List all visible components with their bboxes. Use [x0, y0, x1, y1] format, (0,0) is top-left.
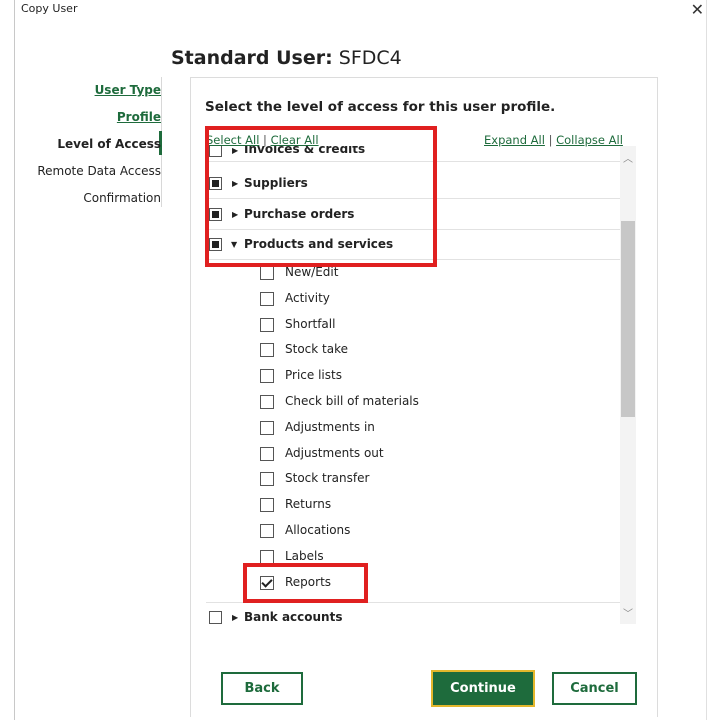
tree-child-label: Activity — [285, 290, 330, 305]
tree-child-label: Returns — [285, 497, 332, 512]
checkbox[interactable] — [260, 395, 274, 409]
dialog-title-user-type: Standard User: — [171, 47, 333, 69]
checkbox[interactable] — [260, 472, 274, 487]
tree-child-row[interactable]: Returns — [206, 492, 620, 517]
checkbox[interactable] — [260, 524, 274, 538]
caret-right-icon[interactable]: ▶ — [232, 179, 238, 188]
tree-child-label: New/Edit — [285, 265, 339, 279]
checkbox[interactable] — [260, 369, 274, 384]
scroll-down-icon[interactable]: ﹀ — [623, 605, 633, 620]
tree-child-row[interactable]: Labels — [206, 544, 620, 569]
tree-child-row[interactable]: Reports — [206, 570, 620, 595]
tree-child-label: Stock transfer — [285, 471, 370, 486]
cancel-button[interactable]: Cancel — [552, 672, 637, 705]
checkbox-partial[interactable] — [209, 238, 222, 251]
tree-row-label: Suppliers — [244, 176, 308, 190]
checkbox[interactable] — [260, 498, 274, 513]
tree-row-label: Invoices & credits — [244, 146, 366, 156]
caret-down-icon[interactable]: ▼ — [231, 240, 237, 249]
tree-row-label: Purchase orders — [244, 207, 355, 221]
checkbox[interactable] — [260, 549, 274, 564]
checkbox[interactable] — [260, 317, 274, 332]
checkbox[interactable] — [260, 343, 274, 358]
tree-child-row[interactable]: Adjustments in — [206, 415, 620, 440]
checkbox[interactable] — [260, 420, 274, 435]
select-all-link[interactable]: Select All — [206, 133, 259, 147]
tree-child-row[interactable]: Activity — [206, 286, 620, 311]
tree-child-row[interactable]: Check bill of materials — [206, 389, 620, 414]
close-icon[interactable]: ✕ — [691, 0, 704, 19]
nav-item-profile[interactable]: Profile — [117, 110, 161, 124]
scroll-thumb[interactable] — [621, 221, 635, 417]
tree-child-label: Labels — [285, 548, 324, 563]
tree-child-label: Allocations — [285, 523, 351, 537]
link-separator-2: | — [548, 133, 553, 147]
window-title: Copy User — [21, 2, 78, 15]
checkbox-partial[interactable] — [209, 208, 222, 221]
tree-row-label: Products and services — [244, 237, 394, 251]
expand-links: Expand All | Collapse All — [484, 133, 623, 147]
nav-item-user-type[interactable]: User Type — [95, 83, 161, 97]
tree-child-row[interactable]: Allocations — [206, 518, 620, 543]
tree-child-label: Check bill of materials — [285, 394, 419, 408]
dialog-title: Standard User: SFDC4 — [171, 47, 402, 69]
back-button[interactable]: Back — [221, 672, 303, 705]
tree-row-products-services[interactable]: ▼ Products and services — [206, 230, 620, 260]
tree-row-purchase-orders[interactable]: ▶ Purchase orders — [206, 199, 620, 230]
caret-right-icon[interactable]: ▶ — [232, 146, 238, 155]
continue-button[interactable]: Continue — [431, 670, 535, 707]
nav-item-remote-data-access: Remote Data Access — [37, 164, 161, 178]
caret-right-icon[interactable]: ▶ — [232, 613, 238, 622]
checkbox-checked[interactable] — [260, 575, 274, 590]
tree-child-label: Shortfall — [285, 316, 336, 331]
title-bar: Copy User ✕ — [15, 0, 707, 22]
tree-child-row[interactable]: Price lists — [206, 363, 620, 388]
checkbox[interactable] — [260, 291, 274, 306]
nav-item-confirmation: Confirmation — [83, 191, 161, 205]
tree-child-row[interactable]: Shortfall — [206, 312, 620, 337]
tree-scrollbar[interactable]: ︿ ﹀ — [620, 146, 636, 624]
tree-child-row[interactable]: Stock transfer — [206, 466, 620, 491]
nav-item-level-of-access: Level of Access — [57, 137, 161, 151]
access-tree: ▶ Invoices & credits ▶ Suppliers ▶ Purch… — [206, 146, 620, 624]
dialog-title-user-name: SFDC4 — [338, 47, 402, 69]
tree-child-row[interactable]: Adjustments out — [206, 441, 620, 466]
tree-child-row[interactable]: New/Edit — [206, 260, 620, 285]
checkbox[interactable] — [209, 146, 222, 157]
select-links: Select All | Clear All — [206, 133, 319, 147]
tree-child-row[interactable]: Stock take — [206, 337, 620, 362]
tree-child-label: Price lists — [285, 368, 342, 383]
tree-row-label: Bank accounts — [244, 610, 343, 624]
link-separator: | — [263, 133, 267, 147]
checkbox[interactable] — [209, 611, 222, 624]
tree-child-label: Stock take — [285, 342, 348, 357]
panel-heading: Select the level of access for this user… — [205, 99, 556, 115]
tree-row-suppliers[interactable]: ▶ Suppliers — [206, 168, 620, 199]
collapse-all-link[interactable]: Collapse All — [556, 133, 623, 147]
caret-right-icon[interactable]: ▶ — [232, 210, 238, 219]
tree-row-invoices-credits[interactable]: ▶ Invoices & credits — [206, 146, 620, 162]
checkbox-partial[interactable] — [209, 177, 222, 190]
expand-all-link[interactable]: Expand All — [484, 133, 545, 147]
clear-all-link[interactable]: Clear All — [271, 133, 319, 147]
tree-child-label: Adjustments out — [285, 445, 384, 460]
tree-row-bank-accounts[interactable]: ▶ Bank accounts — [206, 602, 620, 624]
checkbox[interactable] — [260, 266, 274, 280]
tree-child-label: Adjustments in — [285, 419, 375, 434]
scroll-up-icon[interactable]: ︿ — [623, 150, 633, 165]
checkbox[interactable] — [260, 446, 274, 461]
tree-child-label: Reports — [285, 574, 332, 589]
